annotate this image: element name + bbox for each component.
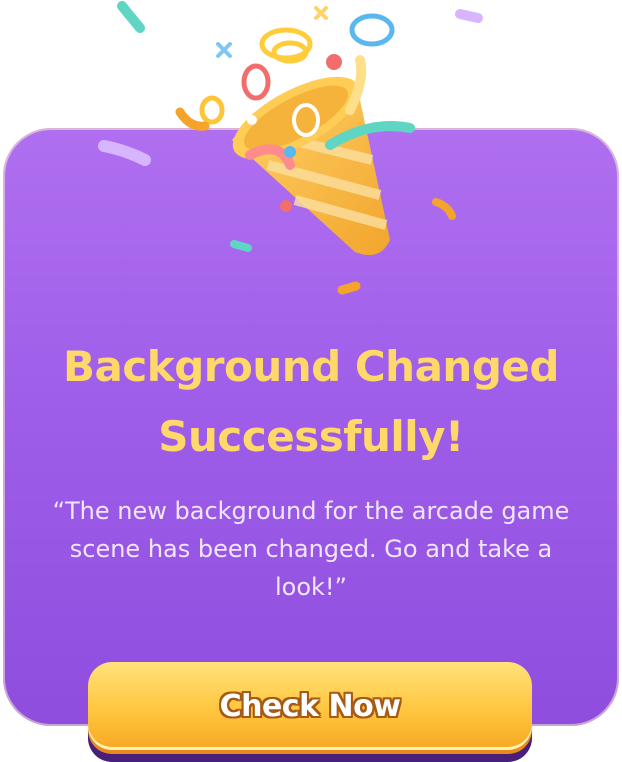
dialog-message: “The new background for the arcade game … — [52, 497, 570, 601]
party-popper-icon — [98, 1, 483, 295]
check-now-label: Check Now — [219, 688, 401, 724]
dialog-title: Background Changed Successfully! — [63, 342, 559, 461]
success-dialog: Background Changed Successfully! “The ne… — [0, 0, 622, 762]
check-now-button[interactable]: Check Now — [88, 662, 532, 750]
